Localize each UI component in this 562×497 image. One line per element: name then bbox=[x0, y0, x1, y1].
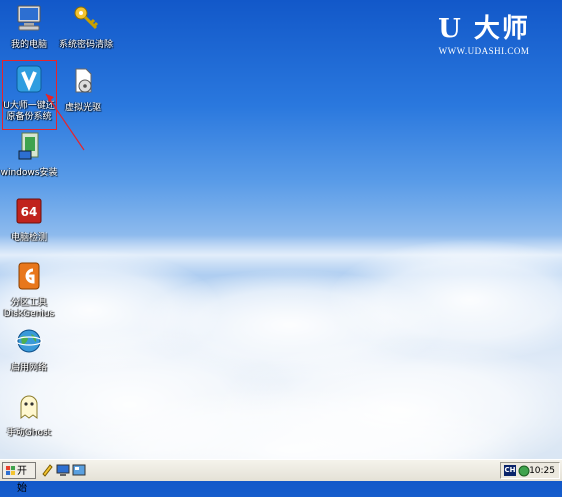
cpu-64-icon: 64 bbox=[16, 198, 42, 224]
brand-url: WWW.UDASHI.COM bbox=[438, 46, 530, 56]
desktop-icon-label: 手动Ghost bbox=[6, 428, 52, 438]
desktop-icon-cpu-test[interactable]: 64 电脑检测 bbox=[0, 196, 60, 244]
globe-network-icon bbox=[15, 329, 43, 353]
clock: 10:25 bbox=[529, 466, 555, 476]
input-method-indicator[interactable]: CH bbox=[504, 465, 516, 476]
desktop-quicklaunch-icon[interactable] bbox=[72, 463, 86, 477]
udashi-logo: U 大师 WWW.UDASHI.COM bbox=[434, 14, 534, 56]
taskbar: 开始 CH 10:25 bbox=[0, 459, 562, 494]
desktop-icon-network[interactable]: 启用网络 bbox=[0, 326, 60, 374]
cd-drive-icon bbox=[75, 68, 92, 93]
desktop-icon-label: windows安装 bbox=[0, 168, 58, 178]
desktop-icon-label: 启用网络 bbox=[10, 363, 47, 373]
diskgenius-icon bbox=[18, 262, 40, 290]
desktop-icon-label: 电脑检测 bbox=[10, 233, 47, 243]
monitor-quicklaunch-icon[interactable] bbox=[56, 463, 70, 477]
desktop-icon-label: 系统密码清除 bbox=[58, 40, 113, 50]
svg-text:64: 64 bbox=[21, 205, 38, 219]
computer-icon bbox=[17, 5, 41, 31]
windows-setup-icon bbox=[18, 132, 39, 160]
start-label: 开始 bbox=[17, 466, 27, 494]
desktop-icon-my-computer[interactable]: 我的电脑 bbox=[0, 3, 60, 51]
start-button[interactable]: 开始 bbox=[2, 462, 36, 494]
desktop-icon-label: 我的电脑 bbox=[10, 40, 47, 50]
key-icon bbox=[74, 6, 99, 30]
desktop-icon-label: 虚拟光驱 bbox=[64, 103, 101, 113]
desktop-icon-partition-tool[interactable]: 分区工具 DiskGenius bbox=[0, 261, 60, 320]
desktop-icon-manual-ghost[interactable]: 手动Ghost bbox=[0, 391, 60, 439]
desktop[interactable]: U 大师 WWW.UDASHI.COM 我的电脑 系统密码清除 U大师一键还 原… bbox=[0, 0, 562, 459]
ghost-icon bbox=[20, 395, 38, 419]
desktop-icon-windows-install[interactable]: windows安装 bbox=[0, 131, 60, 179]
system-tray: CH 10:25 bbox=[500, 462, 560, 479]
desktop-icon-label: 分区工具 DiskGenius bbox=[3, 298, 55, 319]
pencil-quicklaunch-icon[interactable] bbox=[40, 463, 54, 477]
desktop-icon-virtual-drive[interactable]: 虚拟光驱 bbox=[52, 66, 114, 114]
desktop-icon-password-clear[interactable]: 系统密码清除 bbox=[54, 3, 118, 51]
windows-flag-icon bbox=[6, 466, 15, 475]
brand-logo-text: U 大师 bbox=[438, 14, 530, 44]
